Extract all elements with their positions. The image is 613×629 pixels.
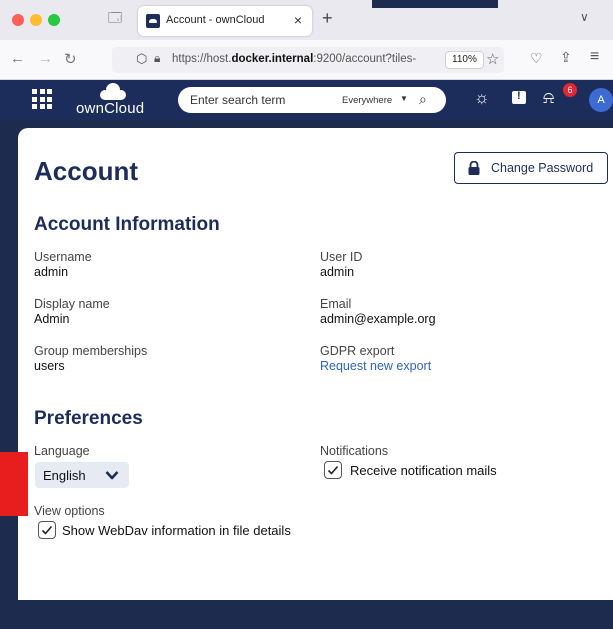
- theme-toggle-sun-icon[interactable]: ☼: [474, 88, 490, 108]
- notifications-label: Notifications: [320, 444, 389, 458]
- owncloud-favicon-icon: [146, 14, 160, 28]
- bookmark-star-icon[interactable]: ☆: [486, 50, 499, 68]
- owncloud-top-bar: ownCloud Everywhere ▼ ⌕ ☼ ⍾ 6 A: [0, 80, 613, 120]
- user-id-value: admin: [320, 265, 355, 279]
- display-name-value: Admin: [34, 312, 70, 326]
- pocket-icon[interactable]: ♡: [530, 50, 543, 67]
- window-minimize-button[interactable]: [30, 14, 42, 26]
- page-title: Account: [34, 156, 138, 186]
- checkmark-icon: [41, 525, 53, 535]
- search-bar: Everywhere ▼ ⌕: [178, 87, 446, 113]
- share-icon[interactable]: ⇪: [560, 49, 572, 66]
- view-options-label: View options: [34, 504, 105, 518]
- display-name-label: Display name: [34, 297, 110, 311]
- site-lock-icon[interactable]: 🔒︎: [154, 51, 160, 66]
- webdav-info-checkbox[interactable]: [38, 521, 56, 539]
- username-label: Username: [34, 250, 92, 264]
- group-memberships-value: users: [34, 359, 65, 373]
- feedback-icon[interactable]: [512, 90, 526, 104]
- group-memberships-label: Group memberships: [34, 344, 148, 358]
- webdav-info-label[interactable]: Show WebDav information in file details: [62, 523, 291, 538]
- back-arrow-icon[interactable]: ←: [10, 50, 25, 67]
- notification-count-badge: 6: [563, 83, 577, 97]
- preferences-heading: Preferences: [34, 408, 143, 429]
- language-select[interactable]: English: [35, 462, 129, 488]
- notification-mails-checkbox[interactable]: [324, 461, 342, 479]
- red-annotation-marker: [0, 452, 28, 516]
- forward-arrow-icon[interactable]: →: [38, 50, 53, 67]
- username-value: admin: [34, 265, 69, 279]
- request-new-export-link[interactable]: Request new export: [320, 359, 431, 373]
- tab-close-icon[interactable]: ×: [294, 12, 302, 28]
- browser-tab-bar: 🗔 Account - ownCloud × + ∨: [0, 0, 613, 40]
- gdpr-export-label: GDPR export: [320, 344, 395, 358]
- owncloud-logo[interactable]: ownCloud: [72, 82, 152, 118]
- change-password-label: Change Password: [491, 161, 594, 175]
- search-scope-dropdown[interactable]: Everywhere: [342, 95, 392, 106]
- tracking-shield-icon[interactable]: ⬡: [136, 51, 147, 67]
- checkmark-icon: [327, 465, 339, 475]
- user-id-label: User ID: [320, 250, 363, 264]
- search-icon[interactable]: ⌕: [419, 91, 427, 108]
- notification-mails-label[interactable]: Receive notification mails: [350, 463, 497, 478]
- new-tab-button[interactable]: +: [322, 8, 333, 29]
- account-information-heading: Account Information: [34, 214, 220, 235]
- hamburger-menu-icon[interactable]: ≡: [590, 48, 599, 66]
- lock-icon: [468, 161, 480, 175]
- user-avatar[interactable]: A: [589, 88, 613, 112]
- search-input[interactable]: [190, 93, 330, 107]
- tab-title: Account - ownCloud: [166, 14, 265, 26]
- email-label: Email: [320, 297, 352, 311]
- language-value: English: [43, 468, 86, 483]
- browser-nav-bar: ← → ↻ ⬡ 🔒︎ https://host.docker.internal:…: [0, 40, 613, 80]
- change-password-button[interactable]: Change Password: [454, 152, 608, 184]
- window-zoom-button[interactable]: [48, 14, 60, 26]
- zoom-level-badge[interactable]: 110%: [445, 51, 484, 69]
- chevron-down-icon[interactable]: ▼: [400, 94, 408, 103]
- url-text[interactable]: https://host.docker.internal:9200/accoun…: [172, 53, 434, 65]
- address-bar[interactable]: ⬡ 🔒︎ https://host.docker.internal:9200/a…: [112, 47, 504, 73]
- notifications-bell-icon[interactable]: ⍾: [543, 88, 554, 108]
- chevron-down-icon: [105, 471, 119, 480]
- logo-text: ownCloud: [76, 100, 145, 117]
- language-label: Language: [34, 444, 90, 458]
- page-bottom-edge: [0, 600, 613, 629]
- app-switcher-grid-icon[interactable]: [32, 89, 52, 109]
- browser-tab-account[interactable]: Account - ownCloud ×: [138, 6, 312, 36]
- background-window-edge: [372, 0, 498, 8]
- window-close-button[interactable]: [12, 14, 24, 26]
- account-page: Account Change Password Account Informat…: [18, 128, 613, 629]
- email-value: admin@example.org: [320, 312, 436, 326]
- reload-icon[interactable]: ↻: [64, 50, 77, 68]
- tabs-overflow-chevron-icon[interactable]: ∨: [580, 10, 589, 24]
- tab-list-icon[interactable]: 🗔: [106, 9, 124, 27]
